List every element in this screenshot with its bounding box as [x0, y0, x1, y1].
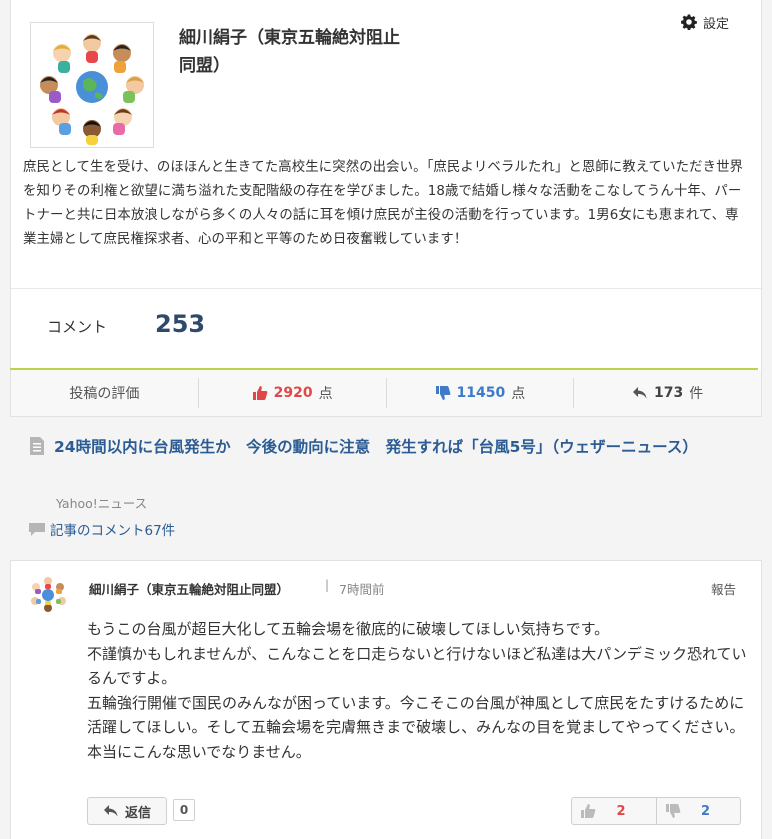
reply-label: 返信	[124, 805, 151, 821]
likes-unit: 点	[318, 386, 333, 402]
comment-card: 細川絹子（東京五輪絶対阻止同盟） | 7時間前 報告 もうこの台風が超巨大化して…	[10, 560, 762, 839]
comment-line: 不謹慎かもしれませんが、こんなことを口走らないと行けないほど私達は大パンデミック…	[87, 644, 747, 688]
dislikes-stat: 11450 点	[387, 378, 575, 408]
replies-unit: 件	[689, 386, 704, 402]
profile-avatar	[30, 22, 154, 148]
likes-stat: 2920 点	[199, 378, 387, 408]
comment-avatar	[31, 577, 66, 612]
article-title-link[interactable]: 24時間以内に台風発生か 今後の動向に注意 発生すれば「台風5号」（ウェザーニュ…	[54, 435, 744, 460]
comment-line: もうこの台風が超巨大化して五輪会場を徹底的に破壊してほしい気持ちです。	[87, 620, 610, 638]
rating-label: 投稿の評価	[69, 386, 140, 402]
replies-value: 173	[654, 385, 684, 401]
article-comments-label: 記事のコメント67件	[50, 523, 176, 539]
like-button[interactable]: 2	[572, 798, 657, 824]
meta-separator: |	[325, 578, 330, 592]
reply-count: 0	[173, 799, 195, 821]
profile-bio: 庶民として生を受け、のほほんと生きてた高校生に突然の出会い。「庶民よリベラルたれ…	[23, 160, 744, 247]
thumbs-down-icon	[665, 804, 680, 818]
speech-bubble-icon	[29, 522, 45, 536]
comment-count-label: コメント	[47, 318, 108, 336]
settings-label: 設定	[703, 16, 730, 32]
rating-label-cell: 投稿の評価	[11, 378, 199, 408]
comment-count-value: 253	[155, 310, 206, 338]
settings-button[interactable]: 設定	[681, 12, 729, 32]
thumbs-down-icon	[435, 386, 450, 400]
comment-timestamp: 7時間前	[339, 582, 385, 597]
profile-card: 細川絹子（東京五輪絶対阻止同盟） 設定 庶民として生を受け、のほほんと生きてた高…	[10, 0, 762, 370]
rating-stats-bar: 投稿の評価 2920 点 11450 点 173 件	[10, 370, 762, 417]
comment-body: もうこの台風が超巨大化して五輪会場を徹底的に破壊してほしい気持ちです。 不謹慎か…	[87, 617, 747, 764]
dislike-button[interactable]: 2	[657, 798, 741, 824]
article-comments-link[interactable]: 記事のコメント67件	[28, 519, 175, 539]
vote-box: 2 2	[571, 797, 741, 825]
likes-value: 2920	[273, 385, 313, 401]
like-count: 2	[616, 803, 626, 819]
comment-line: 五輪強行開催で国民のみんなが困っています。今こそこの台風が神風として庶民をたすけ…	[87, 693, 745, 737]
article-source: Yahoo!ニュース	[56, 496, 148, 511]
reply-arrow-icon	[103, 805, 118, 817]
reply-arrow-icon	[633, 387, 647, 399]
dislikes-value: 11450	[456, 385, 506, 401]
document-icon	[30, 437, 44, 455]
replies-stat: 173 件	[574, 378, 761, 408]
report-link[interactable]: 報告	[711, 579, 736, 598]
thumbs-up-icon	[581, 804, 596, 818]
divider	[11, 288, 761, 289]
thumbs-up-icon	[252, 386, 268, 400]
article-section: 24時間以内に台風発生か 今後の動向に注意 発生すれば「台風5号」（ウェザーニュ…	[10, 417, 760, 559]
dislike-count: 2	[700, 803, 710, 819]
comment-line: 本当にこんな思いでなりません。	[87, 742, 311, 761]
comment-author[interactable]: 細川絹子（東京五輪絶対阻止同盟）	[89, 579, 289, 598]
profile-name: 細川絹子（東京五輪絶対阻止同盟）	[179, 28, 400, 76]
reply-button[interactable]: 返信	[87, 797, 167, 825]
dislikes-unit: 点	[511, 386, 526, 402]
gear-icon	[681, 14, 697, 30]
